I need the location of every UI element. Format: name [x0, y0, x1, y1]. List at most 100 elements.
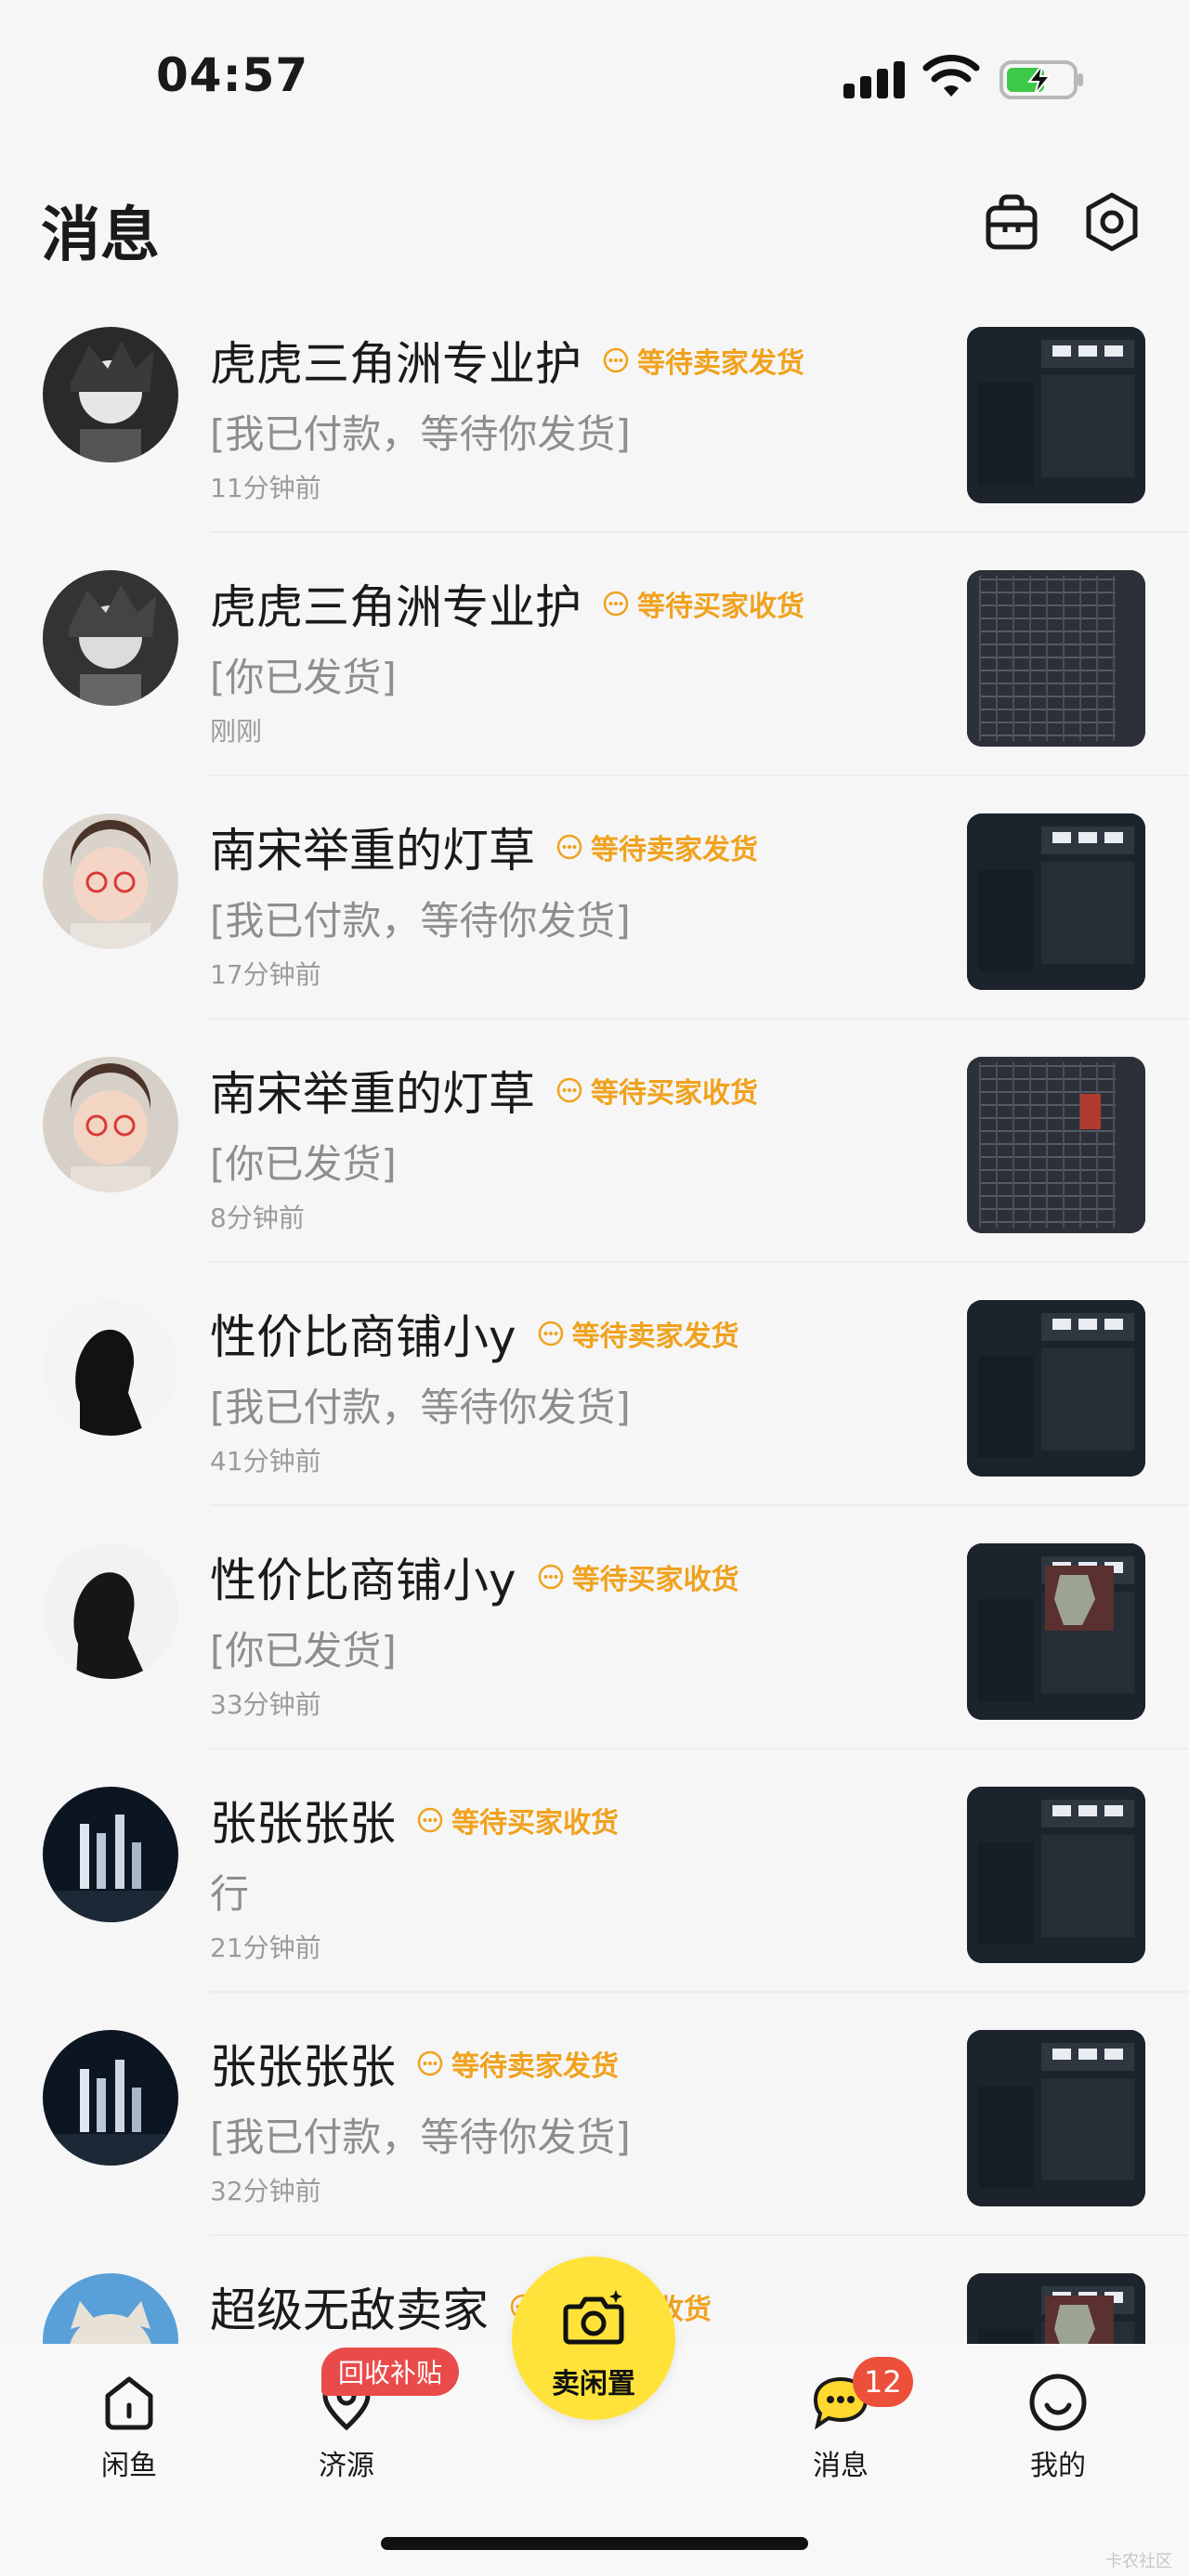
conversation-name-row: 虎虎三角洲专业护 等待买家收货: [210, 570, 804, 637]
more-dots-icon: [603, 347, 629, 373]
home-indicator[interactable]: [381, 2537, 808, 2550]
product-thumbnail[interactable]: [967, 2030, 1145, 2206]
tab-home[interactable]: 闲鱼: [69, 2368, 189, 2483]
message-preview: [你已发货]: [210, 655, 397, 700]
conversation-name: 性价比商铺小y: [210, 1554, 516, 1607]
conversation-name: 南宋举重的灯草: [210, 824, 535, 878]
avatar[interactable]: [43, 2030, 178, 2166]
more-dots-icon: [603, 591, 629, 617]
product-thumbnail[interactable]: [967, 1057, 1145, 1233]
home-icon: [105, 2376, 153, 2430]
product-thumbnail[interactable]: [967, 1300, 1145, 1477]
order-status-tag: 等待卖家发货: [555, 826, 758, 867]
wifi-icon: [922, 54, 980, 100]
order-status-tag: 等待买家收货: [555, 1070, 758, 1111]
order-status-text: 等待买家收货: [451, 1807, 619, 1840]
order-status-text: 等待卖家发货: [637, 347, 804, 380]
order-status-tag: 等待卖家发货: [537, 1313, 739, 1354]
more-dots-icon: [417, 1807, 443, 1833]
conversation-name: 虎虎三角洲专业护: [210, 337, 581, 391]
camera-icon: [563, 2290, 624, 2345]
avatar[interactable]: [43, 1057, 178, 1192]
order-status-tag: 等待买家收货: [416, 1800, 619, 1841]
product-thumbnail[interactable]: [967, 327, 1145, 503]
watermark: 卡农社区: [1105, 2552, 1172, 2571]
order-status-tag: 等待买家收货: [602, 583, 804, 624]
message-time: 刚刚: [210, 716, 263, 747]
tab-label: 闲鱼: [101, 2450, 157, 2482]
order-status-tag: 等待买家收货: [537, 1556, 739, 1597]
message-time: 41分钟前: [210, 1446, 321, 1477]
conversation-name-row: 张张张张 等待卖家发货: [210, 2030, 619, 2097]
shopping-bag-icon[interactable]: [979, 189, 1044, 254]
product-thumbnail[interactable]: [967, 570, 1145, 747]
avatar[interactable]: [43, 1300, 178, 1436]
message-preview: [我已付款，等待你发货]: [210, 411, 631, 457]
conversation-item[interactable]: 南宋举重的灯草 等待买家收货 [你已发货] 8分钟前: [0, 1020, 1189, 1263]
recycle-subsidy-badge: 回收补贴: [321, 2348, 460, 2396]
more-dots-icon: [556, 834, 582, 860]
tab-profile[interactable]: 我的: [998, 2368, 1118, 2483]
tab-label: 消息: [813, 2450, 869, 2482]
order-status-text: 等待卖家发货: [591, 834, 758, 866]
tab-label: 济源: [319, 2450, 374, 2482]
product-thumbnail[interactable]: [967, 1543, 1145, 1720]
message-time: 32分钟前: [210, 2176, 321, 2206]
conversation-list: 虎虎三角洲专业护 等待卖家发货 [我已付款，等待你发货] 11分钟前 虎虎三角洲专业护…: [0, 290, 1189, 2479]
conversation-item[interactable]: 南宋举重的灯草 等待卖家发货 [我已付款，等待你发货] 17分钟前: [0, 776, 1189, 1020]
page-title: 消息: [41, 202, 160, 270]
sell-idle-button[interactable]: 卖闲置: [512, 2257, 675, 2420]
conversation-name: 张张张张: [210, 1797, 396, 1851]
order-status-tag: 等待卖家发货: [416, 2043, 619, 2084]
conversation-item[interactable]: 性价比商铺小y 等待买家收货 [你已发货] 33分钟前: [0, 1506, 1189, 1750]
order-status-text: 等待买家收货: [571, 1564, 739, 1596]
order-status-text: 等待卖家发货: [451, 2050, 619, 2083]
message-preview: [我已付款，等待你发货]: [210, 1385, 631, 1430]
conversation-name-row: 性价比商铺小y 等待卖家发货: [210, 1300, 739, 1367]
conversation-name-row: 张张张张 等待买家收货: [210, 1787, 619, 1854]
message-time: 8分钟前: [210, 1203, 305, 1233]
conversation-item[interactable]: 张张张张 等待卖家发货 [我已付款，等待你发货] 32分钟前: [0, 1993, 1189, 2236]
avatar[interactable]: [43, 1543, 178, 1679]
conversation-name-row: 虎虎三角洲专业护 等待卖家发货: [210, 327, 804, 394]
status-bar: 04:57: [0, 0, 1189, 158]
order-status-tag: 等待卖家发货: [602, 340, 804, 381]
conversation-item[interactable]: 张张张张 等待买家收货行 21分钟前: [0, 1750, 1189, 1993]
conversation-name: 性价比商铺小y: [210, 1310, 516, 1364]
avatar[interactable]: [43, 813, 178, 949]
message-preview: [你已发货]: [210, 1141, 397, 1187]
conversation-name-row: 南宋举重的灯草 等待卖家发货: [210, 813, 758, 880]
conversation-name: 张张张张: [210, 2040, 396, 2094]
conversation-name: 超级无敌卖家: [210, 2283, 489, 2337]
sell-label: 卖闲置: [552, 2368, 635, 2400]
conversation-name-row: 性价比商铺小y 等待买家收货: [210, 1543, 739, 1610]
conversation-name: 虎虎三角洲专业护: [210, 580, 581, 634]
product-thumbnail[interactable]: [967, 1787, 1145, 1963]
product-thumbnail[interactable]: [967, 813, 1145, 990]
more-dots-icon: [417, 2050, 443, 2076]
avatar[interactable]: [43, 570, 178, 706]
settings-hexagon-icon[interactable]: [1079, 189, 1144, 254]
battery-charging-icon: [1000, 59, 1085, 100]
message-count-badge: 12: [853, 2357, 913, 2407]
message-time: 21分钟前: [210, 1932, 321, 1963]
message-time: 11分钟前: [210, 473, 321, 503]
message-preview: [我已付款，等待你发货]: [210, 898, 631, 943]
conversation-item[interactable]: 虎虎三角洲专业护 等待卖家发货 [我已付款，等待你发货] 11分钟前: [0, 290, 1189, 533]
avatar[interactable]: [43, 1787, 178, 1922]
message-preview: 行: [210, 1871, 250, 1917]
header: 消息: [0, 158, 1189, 288]
signal-icon: [843, 61, 905, 98]
more-dots-icon: [538, 1321, 563, 1347]
message-time: 33分钟前: [210, 1689, 321, 1720]
avatar[interactable]: [43, 327, 178, 462]
conversation-name-row: 南宋举重的灯草 等待买家收货: [210, 1057, 758, 1124]
status-time: 04:57: [156, 48, 309, 102]
order-status-text: 等待买家收货: [591, 1077, 758, 1110]
tab-label: 我的: [1030, 2450, 1086, 2482]
conversation-item[interactable]: 虎虎三角洲专业护 等待买家收货 [你已发货] 刚刚: [0, 533, 1189, 776]
message-time: 17分钟前: [210, 959, 321, 990]
order-status-text: 等待卖家发货: [571, 1321, 739, 1353]
more-dots-icon: [538, 1564, 563, 1590]
conversation-item[interactable]: 性价比商铺小y 等待卖家发货 [我已付款，等待你发货] 41分钟前: [0, 1263, 1189, 1506]
